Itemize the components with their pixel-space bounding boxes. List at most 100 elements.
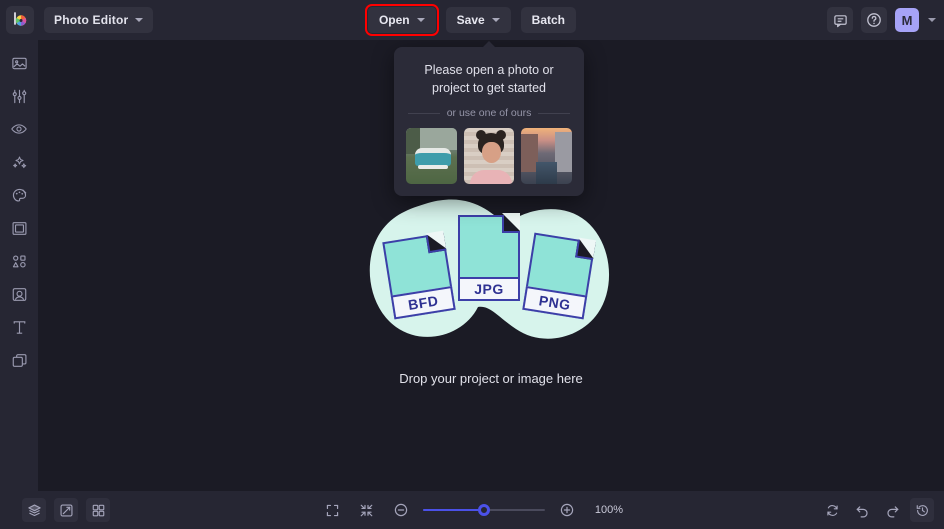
app-mode-label: Photo Editor [54, 13, 129, 27]
sparkles-icon [12, 156, 26, 168]
file-label-bfd: BFD [390, 285, 456, 320]
save-button-label: Save [456, 13, 485, 27]
thumb-shirt [469, 170, 512, 185]
reset-button[interactable] [820, 498, 844, 522]
sidebar-item-frames[interactable] [6, 218, 32, 238]
undo-button[interactable] [850, 498, 874, 522]
zoom-out-button[interactable] [389, 498, 413, 522]
sample-thumbnail-canal[interactable] [521, 128, 573, 185]
sidebar-item-overlays[interactable] [6, 284, 32, 304]
redo-icon [886, 505, 898, 517]
page-fold-icon [425, 232, 447, 254]
photo-editor-app: Photo Editor Open Save Batch M Please op… [0, 0, 944, 529]
image-icon [11, 57, 27, 69]
zoom-controls: 100% [0, 498, 944, 522]
eye-icon [11, 124, 27, 134]
sidebar-item-artsy[interactable] [6, 185, 32, 205]
history-button[interactable] [910, 498, 934, 522]
sidebar-item-text[interactable] [6, 317, 32, 337]
feedback-button[interactable] [827, 7, 853, 33]
question-circle-icon [867, 13, 881, 27]
thumb-water [536, 162, 558, 185]
befunky-color-wheel-logo-icon [14, 12, 27, 26]
zoom-slider-fill [422, 509, 484, 511]
grid-view-button[interactable] [86, 498, 110, 522]
fit-to-screen-button[interactable] [355, 498, 379, 522]
shapes-icon [12, 254, 26, 267]
divider-line-right [538, 112, 571, 114]
zoom-level-value: 100% [594, 504, 624, 516]
layers-stack-icon [27, 504, 41, 516]
sidebar-item-effects[interactable] [6, 152, 32, 172]
page-fold-icon [575, 239, 596, 261]
open-button[interactable]: Open [364, 4, 439, 36]
file-icon-bfd: BFD [382, 232, 456, 320]
dropzone-caption: Drop your project or image here [399, 371, 583, 386]
chevron-down-icon [491, 18, 500, 22]
grid-icon [92, 504, 104, 516]
batch-button-label: Batch [531, 13, 566, 27]
file-label-png: PNG [522, 285, 588, 320]
fullscreen-button[interactable] [321, 498, 345, 522]
save-button[interactable]: Save [445, 7, 511, 33]
portrait-icon [12, 287, 26, 301]
dropzone[interactable]: BFD JPG PNG Drop your project or image h… [38, 195, 944, 386]
open-photo-popover: Please open a photo or project to get st… [394, 47, 584, 197]
fullscreen-icon [327, 504, 339, 516]
page-fold-icon [502, 213, 520, 233]
bottom-left-actions [22, 498, 110, 522]
tool-sidebar [0, 40, 38, 491]
text-icon [13, 320, 25, 334]
popover-divider: or use one of ours [408, 107, 571, 120]
undo-icon [856, 505, 868, 517]
fit-screen-icon [361, 504, 373, 516]
sidebar-item-edit[interactable] [6, 53, 32, 73]
zoom-slider-handle[interactable] [477, 504, 490, 516]
palette-icon [12, 188, 26, 202]
frame-icon [12, 221, 26, 235]
zoom-slider[interactable] [422, 503, 545, 517]
reset-icon [826, 504, 838, 516]
app-mode-menu[interactable]: Photo Editor [44, 7, 154, 33]
compare-view-button[interactable] [54, 498, 78, 522]
popover-title: Please open a photo or project to get st… [424, 63, 554, 96]
sample-thumbnail-portrait[interactable] [463, 128, 515, 185]
sample-thumbnails [406, 128, 573, 185]
avatar-initial: M [901, 12, 913, 28]
history-icon [916, 504, 928, 516]
bottom-toolbar: 100% [0, 491, 944, 529]
history-actions [820, 498, 934, 522]
sidebar-item-adjust[interactable] [6, 86, 32, 106]
popover-divider-label: or use one of ours [446, 107, 532, 120]
top-toolbar: Photo Editor Open Save Batch M [0, 0, 944, 40]
sliders-icon [12, 89, 26, 103]
app-logo-button[interactable] [6, 6, 34, 34]
dropzone-illustration: BFD JPG PNG [366, 195, 616, 345]
chevron-down-icon [416, 18, 425, 22]
thumb-building-right [555, 132, 573, 173]
editor-body: Please open a photo or project to get st… [0, 40, 944, 491]
batch-button[interactable]: Batch [520, 7, 577, 33]
sidebar-item-retouch[interactable] [6, 119, 32, 139]
file-icon-png: PNG [522, 232, 596, 320]
sidebar-item-layers[interactable] [6, 350, 32, 370]
sidebar-item-graphics[interactable] [6, 251, 32, 271]
chevron-down-icon[interactable] [928, 18, 936, 22]
chevron-down-icon [135, 18, 144, 22]
avatar[interactable]: M [895, 8, 919, 32]
divider-line-left [408, 112, 440, 114]
compare-icon [60, 504, 73, 517]
layers-panel-button[interactable] [22, 498, 46, 522]
layers-icon [12, 353, 26, 367]
redo-button[interactable] [880, 498, 904, 522]
zoom-in-button[interactable] [555, 498, 579, 522]
file-label-jpg: JPG [458, 277, 520, 301]
chat-bubble-icon [833, 14, 847, 27]
file-type-icons: BFD JPG PNG [366, 195, 616, 345]
file-icon-jpg: JPG [458, 213, 520, 301]
sample-thumbnail-vw-bus[interactable] [406, 128, 457, 185]
editor-canvas[interactable]: Please open a photo or project to get st… [38, 40, 944, 491]
help-button[interactable] [861, 7, 887, 33]
plus-circle-icon [560, 503, 574, 517]
thumb-face [481, 142, 501, 164]
